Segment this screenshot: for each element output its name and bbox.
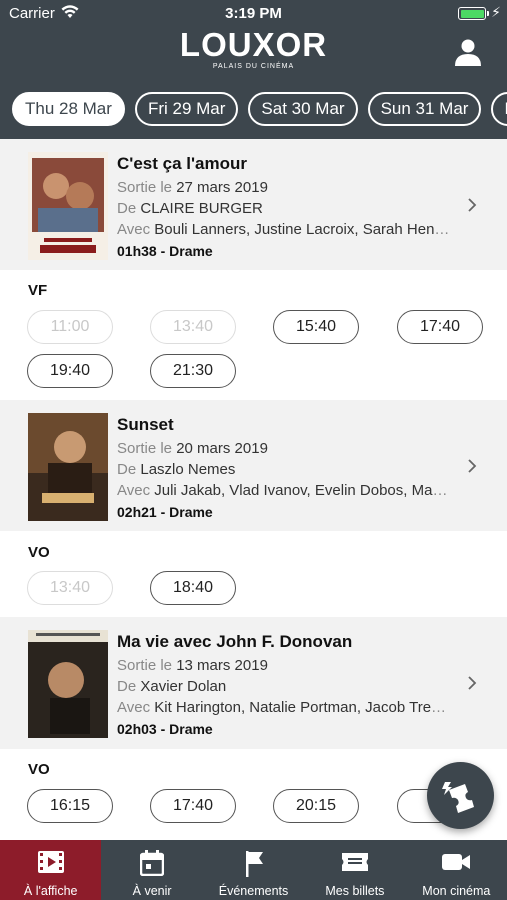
cast-prefix: Avec	[117, 221, 151, 238]
ticket-lightning-icon	[442, 782, 474, 813]
release-line: Sortie le 13 mars 2019	[117, 657, 452, 674]
cast-line: Avec Bouli Lanners, Justine Lacroix, Sar…	[117, 221, 452, 238]
release-prefix: Sortie le	[117, 179, 173, 196]
tab-mes-billets[interactable]: Mes billets	[304, 840, 405, 900]
status-time: 3:19 PM	[225, 5, 282, 22]
calendar-icon	[140, 850, 165, 876]
director-prefix: De	[117, 200, 137, 217]
tab-label: Mes billets	[325, 884, 385, 898]
date-pill[interactable]: Sat 30 Mar	[248, 92, 358, 126]
showtime-button[interactable]: 17:40	[397, 310, 483, 344]
charging-icon: ⚡	[491, 4, 501, 20]
cast-line: Avec Kit Harington, Natalie Portman, Jac…	[117, 699, 452, 716]
chevron-right-icon	[468, 676, 477, 690]
release-prefix: Sortie le	[117, 440, 173, 457]
release-line: Sortie le 27 mars 2019	[117, 179, 452, 196]
showtime-button[interactable]: 15:40	[273, 310, 359, 344]
date-pill[interactable]: Sun 31 Mar	[367, 92, 482, 126]
version-label: VO	[28, 761, 50, 778]
showtime-button[interactable]: 21:30	[150, 354, 236, 388]
status-bar: Carrier 3:19 PM ⚡	[0, 0, 507, 26]
version-label: VO	[28, 544, 50, 561]
date-pill[interactable]: Mon	[491, 92, 507, 126]
showtime-button[interactable]: 18:40	[150, 571, 236, 605]
logo-text: LOUXOR	[179, 26, 328, 63]
director-name: Laszlo Nemes	[140, 461, 236, 478]
tab-label: Événements	[218, 884, 289, 898]
tab-label: À l'affiche	[23, 884, 78, 898]
release-prefix: Sortie le	[117, 657, 173, 674]
cast-names: Juli Jakab, Vlad Ivanov, Evelin Dobos, M…	[154, 482, 452, 499]
movie-title: C'est ça l'amour	[117, 154, 247, 173]
movie-poster	[28, 630, 108, 738]
version-label: VF	[28, 282, 48, 299]
movie-poster	[28, 413, 108, 521]
app-header: Carrier 3:19 PM ⚡ LOUXOR PALAIS DU CINÉM…	[0, 0, 507, 139]
director-name: Xavier Dolan	[140, 678, 227, 695]
logo-tagline: PALAIS DU CINÉMA	[212, 63, 295, 70]
movie-meta: 02h21 - Drame	[117, 504, 213, 520]
movie-meta: 02h03 - Drame	[117, 721, 213, 737]
movie-row[interactable]: C'est ça l'amour Sortie le 27 mars 2019 …	[0, 139, 507, 270]
camera-icon	[442, 854, 471, 870]
tab-a-laffiche[interactable]: À l'affiche	[0, 840, 102, 900]
tab-label: À venir	[132, 884, 172, 898]
director-line: De CLAIRE BURGER	[117, 200, 452, 217]
flag-icon	[245, 851, 263, 877]
movie-title: Sunset	[117, 415, 174, 434]
cast-line: Avec Juli Jakab, Vlad Ivanov, Evelin Dob…	[117, 482, 452, 499]
cast-prefix: Avec	[117, 482, 151, 499]
movie-title: Ma vie avec John F. Donovan	[117, 632, 353, 651]
ticket-icon	[341, 853, 368, 871]
cast-prefix: Avec	[117, 699, 151, 716]
showtime-button[interactable]: 13:40	[150, 310, 236, 344]
film-icon	[37, 851, 64, 873]
date-selector: Thu 28 Mar Fri 29 Mar Sat 30 Mar Sun 31 Mar…	[12, 92, 507, 126]
release-date: 20 mars 2019	[176, 440, 268, 457]
cast-names: Kit Harington, Natalie Portman, Jacob Tr…	[154, 699, 452, 716]
showtime-button[interactable]: 13:40	[27, 571, 113, 605]
date-pill[interactable]: Fri 29 Mar	[134, 92, 239, 126]
louxor-logo: LOUXOR PALAIS DU CINÉMA	[0, 26, 507, 71]
movie-row[interactable]: Ma vie avec John F. Donovan Sortie le 13…	[0, 617, 507, 749]
release-line: Sortie le 20 mars 2019	[117, 440, 452, 457]
chevron-right-icon	[468, 198, 477, 212]
battery-icon	[458, 7, 489, 20]
quick-ticket-button[interactable]	[427, 762, 494, 829]
chevron-right-icon	[468, 459, 477, 473]
director-prefix: De	[117, 461, 137, 478]
showtime-button[interactable]: 16:15	[27, 789, 113, 823]
movie-meta: 01h38 - Drame	[117, 243, 213, 259]
director-prefix: De	[117, 678, 137, 695]
profile-icon[interactable]	[454, 38, 482, 66]
movie-poster	[28, 152, 108, 260]
cast-names: Bouli Lanners, Justine Lacroix, Sarah He…	[154, 221, 452, 238]
tab-a-venir[interactable]: À venir	[101, 840, 202, 900]
director-line: De Xavier Dolan	[117, 678, 452, 695]
showtime-button[interactable]: 11:00	[27, 310, 113, 344]
showtime-button[interactable]: 20:15	[273, 789, 359, 823]
release-date: 27 mars 2019	[176, 179, 268, 196]
release-date: 13 mars 2019	[176, 657, 268, 674]
director-line: De Laszlo Nemes	[117, 461, 452, 478]
date-pill[interactable]: Thu 28 Mar	[12, 92, 125, 126]
tab-mon-cinema[interactable]: Mon cinéma	[406, 840, 507, 900]
showtime-button[interactable]: 17:40	[150, 789, 236, 823]
tab-label: Mon cinéma	[422, 884, 491, 898]
director-name: CLAIRE BURGER	[140, 200, 263, 217]
tab-evenements[interactable]: Événements	[203, 840, 304, 900]
tab-bar: À l'affiche À venir Événements Mes bille…	[0, 840, 507, 900]
movie-row[interactable]: Sunset Sortie le 20 mars 2019 De Laszlo …	[0, 400, 507, 531]
showtime-button[interactable]: 19:40	[27, 354, 113, 388]
